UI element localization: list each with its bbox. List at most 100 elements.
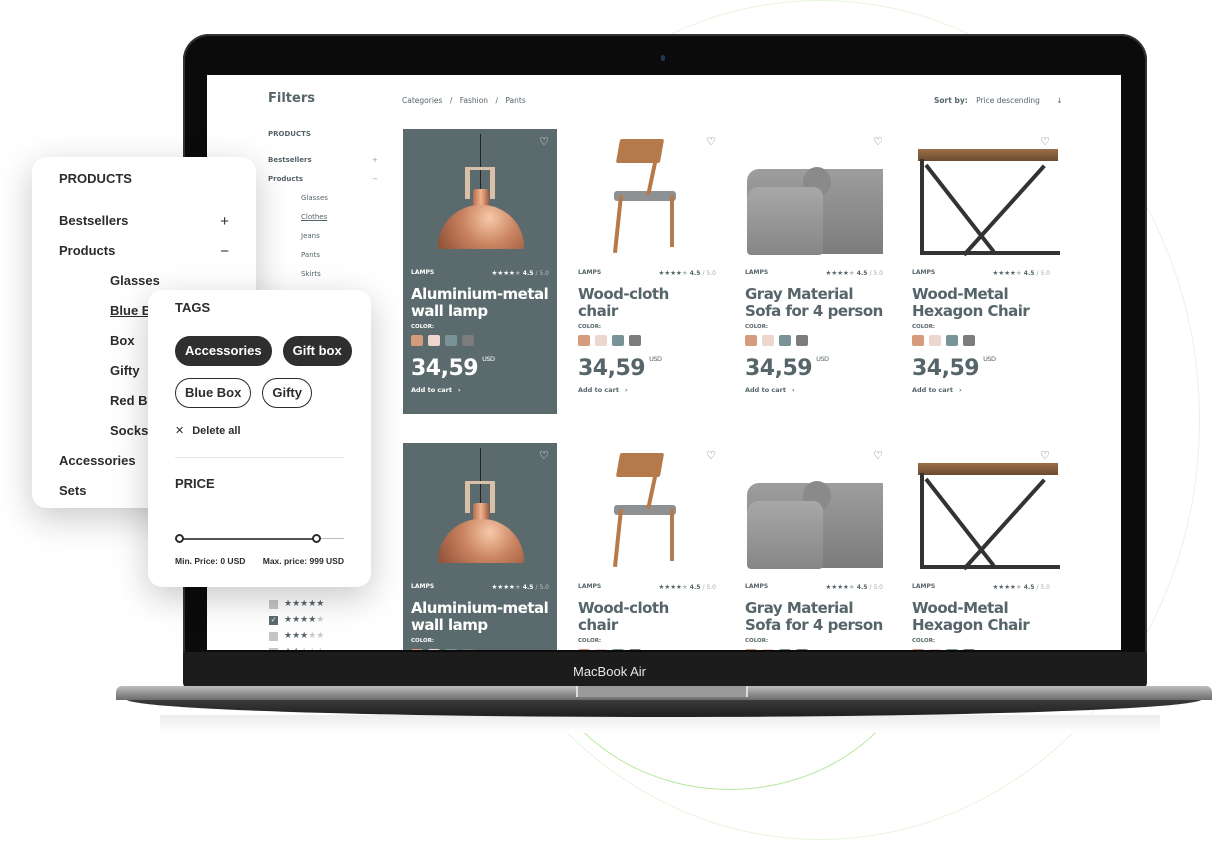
breadcrumb-categories[interactable]: Categories [402, 96, 442, 105]
product-name[interactable]: Wood-cloth chair [578, 286, 716, 320]
product-image[interactable]: ♡ [570, 129, 724, 259]
heart-icon[interactable]: ♡ [1040, 449, 1050, 462]
product-name[interactable]: Wood-cloth chair [578, 600, 716, 634]
product-card[interactable]: ♡ LAMPS ★★★★★ 4.5 / 5.0 Wood-cloth chair COLO… [570, 443, 724, 650]
product-image[interactable]: ♡ [737, 129, 891, 259]
heart-icon[interactable]: ♡ [706, 135, 716, 148]
color-swatch[interactable] [629, 335, 641, 346]
rating-filter-5[interactable]: ★★★★★ [269, 596, 324, 612]
color-swatch[interactable] [779, 335, 791, 346]
product-image[interactable]: ♡ [403, 129, 557, 259]
color-swatch[interactable] [629, 649, 641, 650]
color-swatch[interactable] [612, 335, 624, 346]
panel-item-bestsellers[interactable]: Bestsellers + [59, 213, 229, 243]
color-swatch[interactable] [796, 335, 808, 346]
color-swatch[interactable] [779, 649, 791, 650]
product-card[interactable]: ♡ LAMPS ★★★★★ 4.5 / 5.0 Wood-Metal Hexagon C… [904, 443, 1060, 650]
product-image[interactable]: ♡ [904, 129, 1060, 259]
product-name[interactable]: Wood-Metal Hexagon Chair [912, 286, 1050, 320]
color-swatch[interactable] [462, 335, 474, 346]
product-name[interactable]: Gray Material Sofa for 4 person [745, 600, 883, 634]
product-name[interactable]: Aluminium-metal wall lamp [411, 600, 549, 634]
product-name[interactable]: Aluminium-metal wall lamp [411, 286, 549, 320]
product-image[interactable]: ♡ [737, 443, 891, 573]
minus-icon[interactable]: − [372, 175, 378, 194]
color-swatch[interactable] [762, 335, 774, 346]
tag-gifty[interactable]: Gifty [262, 378, 312, 408]
product-card[interactable]: ♡ LAMPS ★★★★★ 4.5 / 5.0 Aluminium-metal wall… [403, 443, 557, 650]
color-swatch[interactable] [745, 649, 757, 650]
product-card[interactable]: ♡ LAMPS ★★★★★ 4.5 / 5.0 Wood-cloth chair COLO… [570, 129, 724, 414]
color-swatch[interactable] [946, 649, 958, 650]
rating-filter-3[interactable]: ★★★★★ [269, 628, 324, 644]
plus-icon[interactable]: + [372, 156, 378, 175]
color-swatch[interactable] [462, 649, 474, 650]
arrow-down-icon[interactable]: ↓ [1056, 96, 1062, 105]
color-swatch[interactable] [745, 335, 757, 346]
color-swatch[interactable] [411, 649, 423, 650]
color-swatch[interactable] [578, 335, 590, 346]
tag-gift-box[interactable]: Gift box [282, 336, 352, 366]
color-swatch[interactable] [428, 649, 440, 650]
color-swatch[interactable] [595, 335, 607, 346]
product-image[interactable]: ♡ [570, 443, 724, 573]
heart-icon[interactable]: ♡ [539, 449, 549, 462]
sidebar-subitem-pants[interactable]: Pants [268, 251, 378, 270]
breadcrumb-pants[interactable]: Pants [505, 96, 525, 105]
checkbox[interactable] [269, 599, 278, 609]
product-card[interactable]: ♡ LAMPS ★★★★★ 4.5 / 5.0 Gray Material Sofa f… [737, 129, 891, 414]
add-to-cart-button[interactable]: Add to cart › [411, 386, 549, 394]
minus-icon[interactable]: − [220, 243, 229, 273]
color-swatch[interactable] [946, 335, 958, 346]
sidebar-subitem-jeans[interactable]: Jeans [268, 232, 378, 251]
color-swatch[interactable] [963, 649, 975, 650]
color-swatch[interactable] [796, 649, 808, 650]
product-image[interactable]: ♡ [403, 443, 557, 573]
sidebar-subitem-clothes[interactable]: Clothes [268, 213, 378, 232]
product-card[interactable]: ♡ LAMPS ★★★★★ 4.5 / 5.0 Gray Material Sofa f… [737, 443, 891, 650]
rating-filter-2[interactable]: ★★★★★ [269, 644, 324, 650]
plus-icon[interactable]: + [220, 213, 229, 243]
color-swatch[interactable] [411, 335, 423, 346]
heart-icon[interactable]: ♡ [1040, 135, 1050, 148]
color-swatch[interactable] [612, 649, 624, 650]
heart-icon[interactable]: ♡ [706, 449, 716, 462]
product-name[interactable]: Wood-Metal Hexagon Chair [912, 600, 1050, 634]
color-swatch[interactable] [578, 649, 590, 650]
tag-blue-box[interactable]: Blue Box [175, 378, 252, 408]
heart-icon[interactable]: ♡ [539, 135, 549, 148]
color-swatch[interactable] [428, 335, 440, 346]
color-swatch[interactable] [912, 649, 924, 650]
add-to-cart-button[interactable]: Add to cart › [745, 386, 883, 394]
product-image[interactable]: ♡ [904, 443, 1060, 573]
color-swatch[interactable] [445, 649, 457, 650]
sidebar-item-bestsellers[interactable]: Bestsellers + [268, 156, 378, 175]
delete-all-button[interactable]: ✕ Delete all [175, 424, 344, 437]
add-to-cart-button[interactable]: Add to cart › [912, 386, 1050, 394]
color-swatch[interactable] [929, 649, 941, 650]
panel-item-products[interactable]: Products − [59, 243, 229, 273]
sidebar-item-products[interactable]: Products − [268, 175, 378, 194]
tag-accessories[interactable]: Accessories [175, 336, 272, 366]
color-swatch[interactable] [595, 649, 607, 650]
color-swatch[interactable] [912, 335, 924, 346]
checkbox[interactable] [269, 631, 278, 641]
product-name[interactable]: Gray Material Sofa for 4 person [745, 286, 883, 320]
slider-max-handle[interactable] [312, 534, 321, 543]
heart-icon[interactable]: ♡ [873, 449, 883, 462]
color-swatch[interactable] [929, 335, 941, 346]
product-card[interactable]: ♡ LAMPS ★★★★★ 4.5 / 5.0 Aluminium-metal wall… [403, 129, 557, 414]
sidebar-subitem-glasses[interactable]: Glasses [268, 194, 378, 213]
checkbox[interactable] [269, 647, 278, 650]
product-card[interactable]: ♡ LAMPS ★★★★★ 4.5 / 5.0 Wood-Metal Hexagon C… [904, 129, 1060, 414]
color-swatch[interactable] [445, 335, 457, 346]
add-to-cart-button[interactable]: Add to cart › [578, 386, 716, 394]
color-swatch[interactable] [963, 335, 975, 346]
rating-filter-4[interactable]: ✓ ★★★★★ [269, 612, 324, 628]
sidebar-subitem-skirts[interactable]: Skirts [268, 270, 378, 289]
breadcrumb-fashion[interactable]: Fashion [460, 96, 488, 105]
slider-min-handle[interactable] [175, 534, 184, 543]
sort-control[interactable]: Sort by: Price descending ↓ [934, 96, 1063, 105]
heart-icon[interactable]: ♡ [873, 135, 883, 148]
checkbox-checked[interactable]: ✓ [269, 615, 278, 625]
